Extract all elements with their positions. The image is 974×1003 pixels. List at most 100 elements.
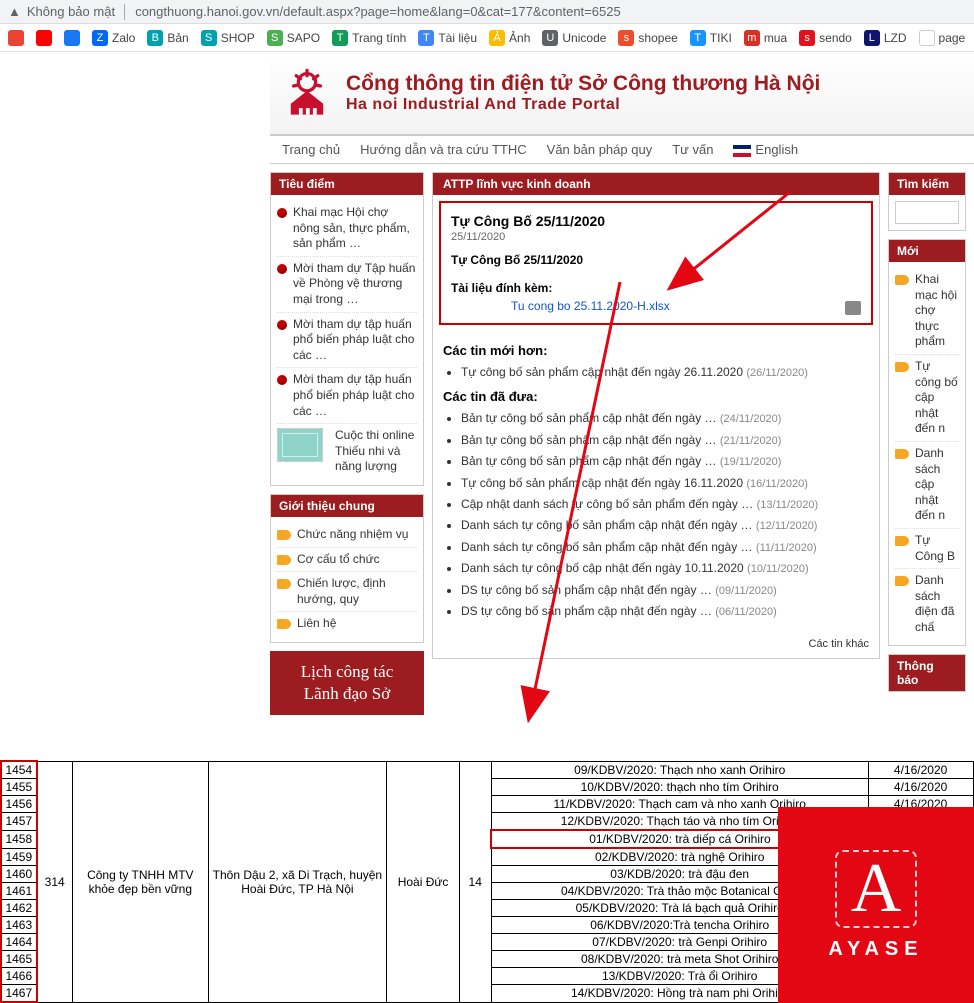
news-item[interactable]: DS tự công bố sản phẩm cập nhật đến ngày… [461, 601, 869, 622]
row-number: 1466 [1, 968, 37, 985]
other-news-link[interactable]: Các tin khác [808, 638, 869, 650]
bullet-icon [277, 530, 291, 540]
security-label: Không bảo mật [27, 4, 115, 19]
portal-title: Cổng thông tin điện tử Sở Công thương Hà… [346, 72, 820, 96]
focus-item[interactable]: Mời tham dự tập huấn phổ biến pháp luật … [277, 368, 417, 424]
row-number: 1461 [1, 883, 37, 900]
news-item[interactable]: Bản tự công bố sản phẩm cập nhật đến ngà… [461, 451, 869, 472]
bookmark-favicon: T [690, 30, 706, 46]
panel-moi: Mới Khai mạc hội chợ thực phẩmTự công bố… [888, 239, 966, 646]
nav-english[interactable]: English [733, 142, 798, 157]
cell-date: 4/16/2020 [868, 761, 973, 779]
cell-company: Công ty TNHH MTV khỏe đẹp bền vững [72, 761, 208, 1002]
row-number: 1455 [1, 779, 37, 796]
bookmark-item[interactable]: LLZD [864, 30, 907, 46]
intro-item[interactable]: Liên hệ [277, 612, 417, 636]
bookmark-favicon [64, 30, 80, 46]
bookmark-item[interactable]: ssendo [799, 30, 852, 46]
bookmarks-bar: ZZalo BBản SSHOP SSAPO TTrang tính TTài liệu Ả… [0, 24, 974, 52]
nav-home[interactable]: Trang chủ [282, 142, 340, 157]
intro-item[interactable]: Chức năng nhiệm vụ [277, 523, 417, 548]
nav-guide[interactable]: Hướng dẫn và tra cứu TTHC [360, 142, 527, 157]
bookmark-item[interactable]: ppage [919, 30, 966, 46]
older-news-header: Các tin đã đưa: [443, 389, 869, 404]
bullet-icon [277, 555, 291, 565]
news-item[interactable]: DS tự công bố sản phẩm cập nhật đến ngày… [461, 580, 869, 601]
cell-product: 10/KDBV/2020: thạch nho tím Orihiro [491, 779, 868, 796]
row-number: 1467 [1, 985, 37, 1003]
news-item[interactable]: Danh sách tự công bố sản phẩm cập nhật đ… [461, 515, 869, 536]
focus-item[interactable]: Mời tham dự tập huấn phổ biến pháp luật … [277, 313, 417, 369]
nav-law[interactable]: Văn bản pháp quy [547, 142, 653, 157]
bookmark-favicon: L [864, 30, 880, 46]
bookmark-item[interactable]: mmua [744, 30, 787, 46]
news-item[interactable]: Bản tự công bố sản phẩm cập nhật đến ngà… [461, 430, 869, 451]
panel-lichcongtac[interactable]: Lịch công tác Lãnh đạo Sở [270, 651, 424, 715]
bookmark-favicon: S [201, 30, 217, 46]
bookmark-item[interactable] [8, 30, 24, 46]
row-number: 1463 [1, 917, 37, 934]
new-item[interactable]: Tự Công B [895, 529, 959, 569]
panel-gioithieu: Giới thiệu chung Chức năng nhiệm vụCơ cấ… [270, 494, 424, 643]
intro-item[interactable]: Chiến lược, định hướng, quy [277, 572, 417, 612]
bookmark-item[interactable]: UUnicode [542, 30, 606, 46]
new-item[interactable]: Tự công bố cập nhật đến n [895, 355, 959, 442]
article-date: 25/11/2020 [451, 231, 861, 243]
bullet-icon [277, 579, 291, 589]
table-row: 1454314Công ty TNHH MTV khỏe đẹp bền vữn… [1, 761, 973, 779]
bookmark-item[interactable]: sshopee [618, 30, 677, 46]
cell-date: 4/16/2020 [868, 779, 973, 796]
attachment-link[interactable]: Tu cong bo 25.11.2020-H.xlsx [511, 299, 670, 313]
bookmark-item[interactable]: BBản [147, 30, 188, 46]
row-number: 1460 [1, 866, 37, 883]
news-item[interactable]: Cập nhật danh sách tự công bố sản phẩm đ… [461, 494, 869, 515]
panel-tieudiem-header: Tiêu điểm [271, 173, 423, 195]
bullet-icon [277, 619, 291, 629]
security-icon: ▲ [8, 4, 21, 19]
bookmark-favicon [36, 30, 52, 46]
new-item[interactable]: Danh sách điện đã chấ [895, 569, 959, 639]
news-item[interactable]: Tự công bố sản phẩm cập nhật đến ngày 26… [461, 362, 869, 383]
news-item[interactable]: Danh sách tự công bố cập nhật đến ngày 1… [461, 558, 869, 579]
bookmark-favicon: Ả [489, 30, 505, 46]
printer-icon[interactable] [845, 301, 861, 315]
intro-item[interactable]: Cơ cấu tổ chức [277, 548, 417, 573]
article-title: Tự Công Bố 25/11/2020 [451, 213, 861, 229]
bookmark-favicon: T [332, 30, 348, 46]
bookmark-item[interactable]: ZZalo [92, 30, 135, 46]
newer-news-header: Các tin mới hơn: [443, 343, 869, 358]
cell-stt: 314 [37, 761, 73, 1002]
new-item[interactable]: Khai mạc hội chợ thực phẩm [895, 268, 959, 355]
bookmark-item[interactable]: ẢẢnh [489, 30, 530, 46]
bookmark-favicon: U [542, 30, 558, 46]
new-item[interactable]: Danh sách cập nhật đến n [895, 442, 959, 529]
panel-thongbao: Thông báo [888, 654, 966, 692]
panel-attp: ATTP lĩnh vực kinh doanh Tự Công Bố 25/1… [432, 172, 880, 659]
search-input[interactable] [895, 201, 959, 224]
bookmark-item[interactable] [64, 30, 80, 46]
news-item[interactable]: Danh sách tự công bố sản phẩm cập nhật đ… [461, 537, 869, 558]
nav-advise[interactable]: Tư vấn [672, 142, 713, 157]
news-item[interactable]: Bản tự công bố sản phẩm cập nhật đến ngà… [461, 408, 869, 429]
bookmark-item[interactable] [36, 30, 52, 46]
ayase-brand-text: AYASE [828, 938, 923, 961]
bullet-icon [895, 449, 909, 459]
row-number: 1464 [1, 934, 37, 951]
focus-item[interactable]: Khai mạc Hội chợ nông sản, thực phẩm, sả… [277, 201, 417, 257]
bookmark-favicon: Z [92, 30, 108, 46]
bookmark-item[interactable]: TTrang tính [332, 30, 406, 46]
news-item[interactable]: Tự công bố sản phẩm cập nhật đến ngày 16… [461, 473, 869, 494]
row-number: 1457 [1, 813, 37, 831]
focus-item[interactable]: Cuộc thi online Thiếu nhi và năng lượng [277, 424, 417, 479]
bullet-icon [277, 208, 287, 218]
bookmark-item[interactable]: SSAPO [267, 30, 320, 46]
bookmark-item[interactable]: TTIKI [690, 30, 732, 46]
url-text: congthuong.hanoi.gov.vn/default.aspx?pag… [135, 4, 621, 19]
bookmark-item[interactable]: SSHOP [201, 30, 255, 46]
bullet-icon [895, 576, 909, 586]
portal-logo-icon [280, 66, 334, 120]
bookmark-favicon: s [799, 30, 815, 46]
bookmark-item[interactable]: TTài liệu [418, 30, 477, 46]
focus-item[interactable]: Mời tham dự Tập huấn về Phòng vệ thương … [277, 257, 417, 313]
address-bar[interactable]: ▲ Không bảo mật │ congthuong.hanoi.gov.v… [0, 0, 974, 24]
